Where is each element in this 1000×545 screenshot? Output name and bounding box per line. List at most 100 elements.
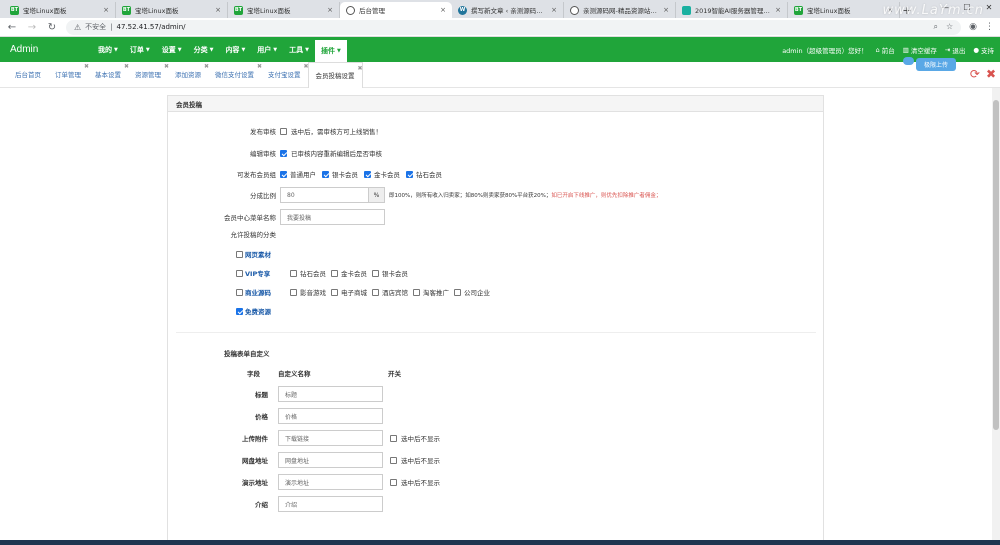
subcategory-option[interactable]: 公司企业	[454, 287, 490, 297]
url-input[interactable]: ⚠ 不安全 | 47.52.41.57/admin/ ⌕ ☆	[66, 19, 962, 35]
custom-name-input[interactable]: 标题	[278, 386, 383, 402]
hide-option[interactable]: 选中后不显示	[390, 455, 440, 465]
close-tab-icon[interactable]: ×	[103, 6, 109, 14]
hide-option[interactable]: 选中后不显示	[390, 477, 440, 487]
member-group-checkbox[interactable]	[322, 170, 329, 178]
menu-item[interactable]: 插件 ▼	[315, 40, 347, 62]
member-group-checkbox[interactable]	[406, 170, 413, 178]
browser-tab[interactable]: BT 宝塔Linux面板 ×	[228, 2, 340, 18]
back-icon[interactable]: ←	[6, 22, 18, 33]
browser-tab[interactable]: 2019智能AI服务器管理系统 ×	[676, 2, 788, 18]
category-checkbox[interactable]	[236, 269, 243, 277]
custom-name-input[interactable]: 下载链接	[278, 430, 383, 446]
categories-header-row: 允许投稿的分类	[168, 229, 808, 239]
logout-link[interactable]: ⇥ 退出	[945, 45, 965, 55]
admin-tab[interactable]: 基本设置 ✖	[88, 61, 129, 87]
close-tab-icon[interactable]: ×	[775, 6, 781, 14]
member-group-option[interactable]: 钻石会员	[406, 169, 442, 179]
browser-tab[interactable]: 后台管理 ×	[340, 2, 452, 18]
menu-name-input[interactable]: 我要投稿	[280, 209, 385, 225]
hide-checkbox[interactable]	[390, 478, 397, 486]
ratio-input[interactable]: 80	[280, 187, 369, 203]
menu-item[interactable]: 内容 ▼	[219, 37, 251, 62]
page-scrollbar[interactable]	[992, 88, 1000, 545]
category-checkbox[interactable]	[236, 307, 243, 315]
subcategory-label: 金卡会员	[341, 270, 367, 278]
category-checkbox[interactable]	[236, 250, 243, 258]
subcategory-checkbox[interactable]	[290, 269, 297, 277]
subcategory-checkbox[interactable]	[331, 288, 338, 296]
subcategory-checkbox[interactable]	[290, 288, 297, 296]
hide-checkbox[interactable]	[390, 456, 397, 464]
menu-item[interactable]: 工具 ▼	[283, 37, 315, 62]
custom-name-input[interactable]: 介绍	[278, 496, 383, 512]
close-tab-icon[interactable]: ×	[551, 6, 557, 14]
hide-option[interactable]: 选中后不显示	[390, 433, 440, 443]
refresh-icon[interactable]: ⟳	[970, 67, 980, 81]
subcategory-checkbox[interactable]	[454, 288, 461, 296]
admin-tab[interactable]: 添加资源 ✖	[168, 61, 209, 87]
bookmark-star-icon[interactable]: ☆	[946, 22, 953, 32]
support-link[interactable]: ● 支持	[973, 45, 994, 55]
member-group-option[interactable]: 银卡会员	[322, 169, 358, 179]
subcategory-checkbox[interactable]	[372, 269, 379, 277]
browser-menu-icon[interactable]: ⋮	[985, 22, 994, 32]
reload-icon[interactable]: ↻	[46, 22, 58, 33]
ratio-unit: %	[369, 187, 385, 203]
admin-tab[interactable]: 订单管理 ✖	[48, 61, 89, 87]
hide-checkbox[interactable]	[390, 434, 397, 442]
clear-cache-link[interactable]: ▥ 清空缓存	[903, 45, 937, 55]
edit-review-checkbox[interactable]	[280, 149, 287, 157]
admin-tab[interactable]: 资源管理 ✖	[128, 61, 169, 87]
close-tab-icon[interactable]: ×	[215, 6, 221, 14]
bt-icon: BT	[10, 5, 19, 15]
menu-item[interactable]: 订单 ▼	[124, 37, 156, 62]
subcategory-checkbox[interactable]	[331, 269, 338, 277]
subcategory-option[interactable]: 淘客推广	[413, 287, 449, 297]
close-tab-icon[interactable]: ×	[440, 6, 446, 14]
menu-item[interactable]: 分类 ▼	[188, 37, 220, 62]
browser-tab[interactable]: BT 宝塔Linux面板 ×	[4, 2, 116, 18]
menu-item[interactable]: 我的 ▼	[92, 37, 124, 62]
profile-icon[interactable]: ◉	[969, 22, 977, 32]
close-tab-icon[interactable]: ×	[663, 6, 669, 14]
admin-tab[interactable]: 微信支付设置 ✖	[208, 61, 262, 87]
member-group-checkbox[interactable]	[280, 170, 287, 178]
publish-review-checkbox[interactable]	[280, 127, 287, 135]
browser-tab[interactable]: W 撰写新文章 ‹ 亲测源码网 — ×	[452, 2, 564, 18]
subcategory-option[interactable]: 影音游戏	[290, 287, 326, 297]
close-tab-icon[interactable]: ×	[327, 6, 333, 14]
member-group-option[interactable]: 金卡会员	[364, 169, 400, 179]
close-icon[interactable]: ✖	[357, 65, 362, 72]
member-group-checkbox[interactable]	[364, 170, 371, 178]
menu-item-label: 我的	[98, 45, 112, 54]
forward-icon[interactable]: →	[26, 22, 38, 33]
custom-name-input[interactable]: 网盘地址	[278, 452, 383, 468]
admin-tab[interactable]: 后台首页	[8, 61, 48, 87]
admin-tab[interactable]: 支付宝设置 ✖	[261, 61, 309, 87]
browser-tab[interactable]: BT 宝塔Linux面板 ×	[116, 2, 228, 18]
custom-name-input[interactable]: 价格	[278, 408, 383, 424]
category-row: 网页素材	[236, 249, 285, 259]
subcategory-option[interactable]: 电子商城	[331, 287, 367, 297]
subcategory-checkbox[interactable]	[413, 288, 420, 296]
ratio-note-red: 如已开启下线推广，则优先扣除推广者佣金；	[551, 193, 662, 199]
subcategory-option[interactable]: 酒店宾馆	[372, 287, 408, 297]
brand-logo[interactable]: Admin	[0, 44, 90, 55]
subcategory-checkbox[interactable]	[372, 288, 379, 296]
subcategory-option[interactable]: 钻石会员	[290, 268, 326, 278]
member-group-option[interactable]: 普通用户	[280, 169, 316, 179]
menu-item[interactable]: 设置 ▼	[156, 37, 188, 62]
browser-tab[interactable]: 亲测源码网-精品资源站长乐 ×	[564, 2, 676, 18]
menu-item[interactable]: 用户 ▼	[251, 37, 283, 62]
upload-pill[interactable]: 极限上传	[915, 58, 956, 71]
home-link[interactable]: ⌂ 前台	[876, 45, 895, 55]
admin-tab[interactable]: 会员投稿设置 ✖	[307, 61, 363, 89]
zoom-icon[interactable]: ⌕	[933, 22, 937, 32]
custom-name-input[interactable]: 演示地址	[278, 474, 383, 490]
close-all-tabs-icon[interactable]: ✖	[986, 67, 996, 81]
scrollbar-thumb[interactable]	[993, 100, 999, 430]
subcategory-option[interactable]: 金卡会员	[331, 268, 367, 278]
category-checkbox[interactable]	[236, 288, 243, 296]
subcategory-option[interactable]: 银卡会员	[372, 268, 408, 278]
